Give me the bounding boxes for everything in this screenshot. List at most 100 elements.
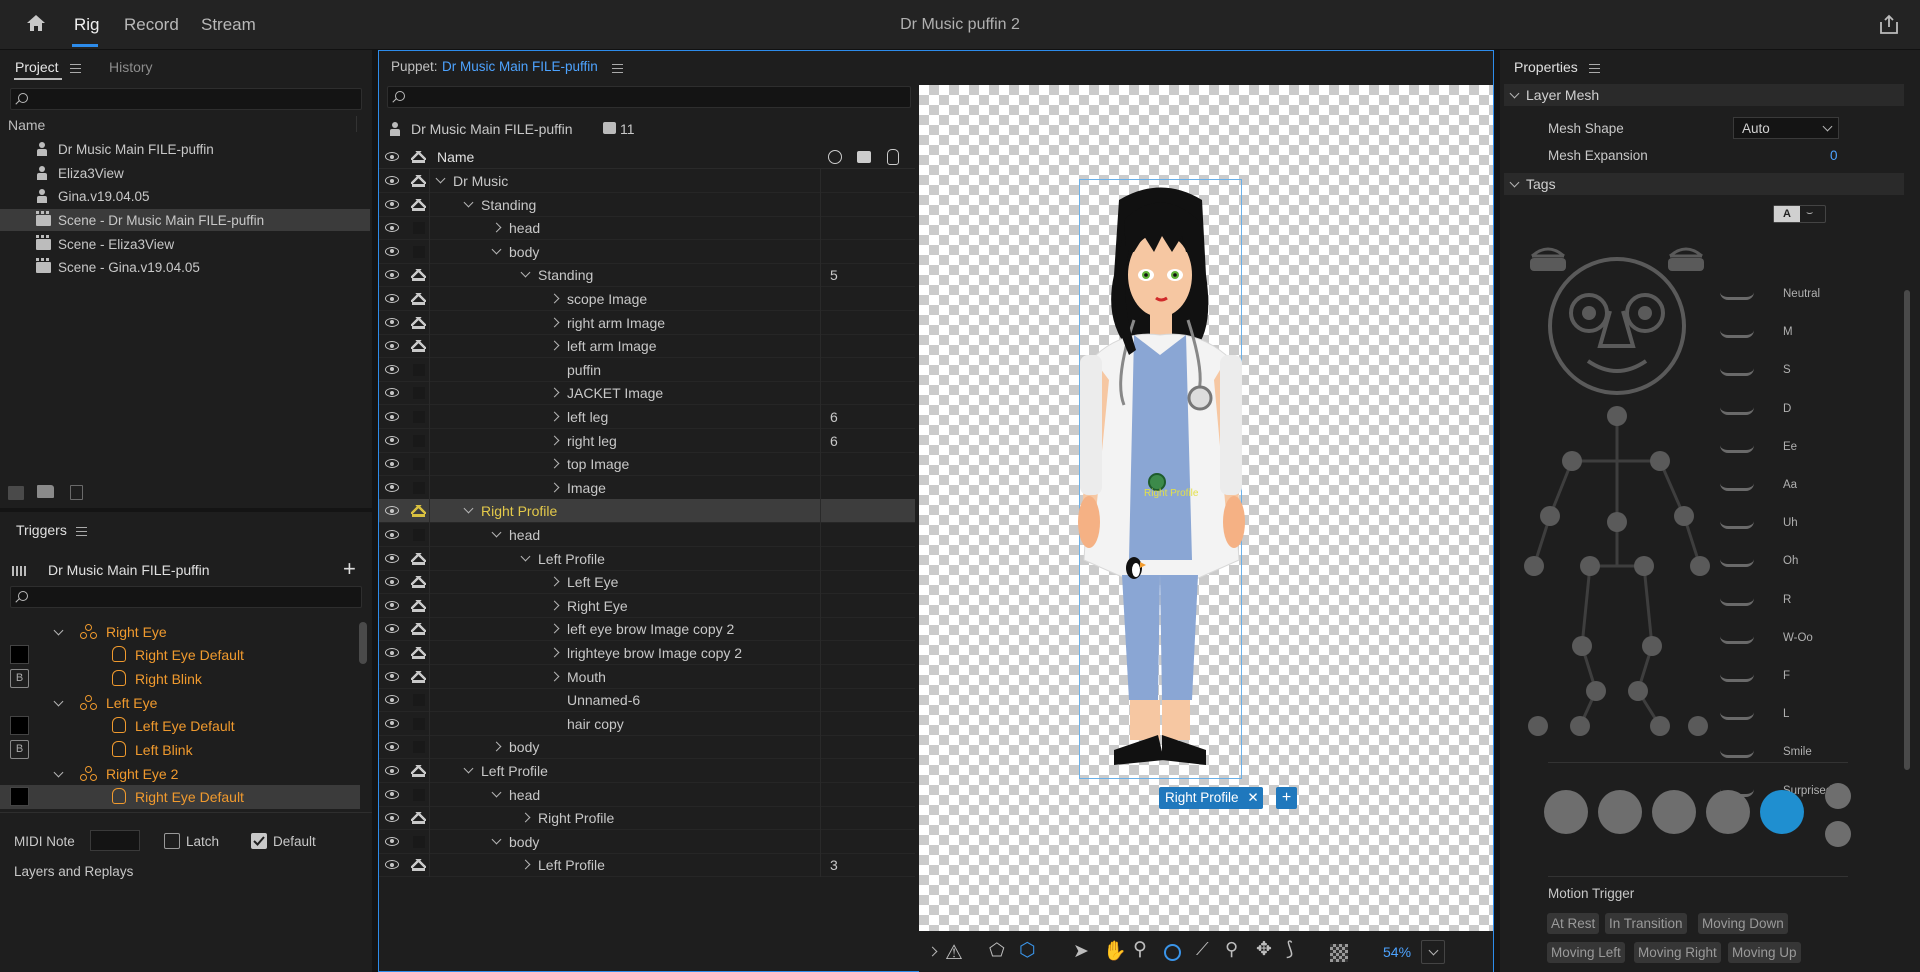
crown-icon[interactable] bbox=[411, 623, 426, 636]
stick-tool-icon[interactable]: ⟋ bbox=[1196, 939, 1209, 960]
view-head-left-quarter-icon[interactable] bbox=[1598, 790, 1642, 834]
layer-row[interactable]: JACKET Image bbox=[379, 381, 915, 406]
viseme-label[interactable]: Uh bbox=[1783, 517, 1798, 529]
layer-row[interactable]: hair copy bbox=[379, 711, 915, 736]
independent-toggle[interactable] bbox=[413, 788, 425, 801]
crown-icon[interactable] bbox=[411, 576, 426, 589]
viseme-mouth-icon[interactable] bbox=[1720, 368, 1754, 377]
origin-tool-icon[interactable] bbox=[1164, 944, 1181, 961]
viseme-mouth-icon[interactable] bbox=[1720, 750, 1754, 759]
crown-icon[interactable] bbox=[411, 175, 426, 187]
visibility-eye-icon[interactable] bbox=[385, 270, 399, 280]
layer-row[interactable]: body bbox=[379, 829, 915, 854]
layer-row[interactable]: Mouth bbox=[379, 664, 915, 689]
origin-header-icon[interactable] bbox=[828, 150, 842, 164]
default-checkbox[interactable] bbox=[251, 833, 267, 849]
visibility-eye-icon[interactable] bbox=[385, 836, 399, 846]
layer-row[interactable]: Left Profile bbox=[379, 759, 915, 783]
motion-tag-button[interactable]: Moving Left bbox=[1547, 942, 1625, 963]
chevron-down-icon[interactable] bbox=[435, 173, 446, 184]
chevron-right-icon[interactable] bbox=[549, 647, 560, 658]
visibility-eye-icon[interactable] bbox=[385, 813, 399, 823]
crown-icon[interactable] bbox=[411, 812, 426, 825]
chevron-right-icon[interactable] bbox=[549, 482, 560, 493]
viseme-label[interactable]: Aa bbox=[1783, 479, 1797, 491]
independent-toggle[interactable] bbox=[413, 245, 425, 258]
dragger-tool-icon[interactable]: ✥ bbox=[1256, 938, 1272, 961]
project-item[interactable]: Scene - Eliza3View bbox=[0, 233, 370, 255]
chevron-down-icon[interactable] bbox=[491, 244, 502, 255]
hexagon-icon[interactable]: ⬡ bbox=[1019, 939, 1036, 962]
viseme-mouth-icon[interactable] bbox=[1720, 559, 1754, 568]
mesh-icon[interactable]: ⬠ bbox=[989, 940, 1005, 961]
chevron-right-icon[interactable] bbox=[520, 812, 531, 823]
motion-tag-button[interactable]: Moving Down bbox=[1698, 913, 1788, 934]
visibility-eye-icon[interactable] bbox=[385, 246, 399, 256]
crown-icon[interactable] bbox=[411, 198, 426, 211]
visibility-eye-icon[interactable] bbox=[385, 671, 399, 681]
visibility-eye-icon[interactable] bbox=[385, 860, 399, 870]
layer-row[interactable]: right arm Image bbox=[379, 310, 915, 335]
layer-row[interactable]: head bbox=[379, 523, 915, 547]
layer-row[interactable]: scope Image bbox=[379, 287, 915, 311]
puppet-name-link[interactable]: Dr Music Main FILE-puffin bbox=[442, 59, 598, 74]
visibility-eye-icon[interactable] bbox=[385, 624, 399, 634]
layer-row[interactable]: Dr Music bbox=[379, 169, 915, 193]
properties-menu-icon[interactable] bbox=[1589, 64, 1600, 73]
viseme-label[interactable]: D bbox=[1783, 403, 1791, 415]
chevron-down-icon[interactable] bbox=[491, 527, 502, 538]
crown-icon[interactable] bbox=[411, 599, 426, 612]
layer-row[interactable]: right leg 6 bbox=[379, 428, 915, 453]
independent-toggle[interactable] bbox=[413, 458, 425, 471]
viseme-label[interactable]: F bbox=[1783, 670, 1790, 682]
chevron-down-icon[interactable] bbox=[463, 197, 474, 208]
visibility-eye-icon[interactable] bbox=[385, 695, 399, 705]
viseme-label[interactable]: M bbox=[1783, 326, 1793, 338]
viseme-mouth-icon[interactable] bbox=[1720, 407, 1754, 415]
chevron-down-icon[interactable] bbox=[491, 787, 502, 798]
motion-tag-button[interactable]: Moving Up bbox=[1728, 942, 1801, 963]
visibility-header-icon[interactable] bbox=[385, 152, 399, 161]
independent-toggle[interactable] bbox=[413, 694, 425, 707]
layer-mesh-section[interactable]: Layer Mesh bbox=[1504, 84, 1904, 106]
visibility-eye-icon[interactable] bbox=[385, 742, 399, 752]
triggers-scrollbar[interactable] bbox=[359, 622, 367, 664]
tags-section[interactable]: Tags bbox=[1504, 173, 1904, 195]
visibility-eye-icon[interactable] bbox=[385, 341, 399, 351]
tag-mode-text-button[interactable]: A bbox=[1774, 206, 1800, 222]
triggers-menu-icon[interactable] bbox=[76, 527, 87, 536]
add-tag-button[interactable]: + bbox=[1276, 787, 1297, 809]
view-head-right-quarter-icon[interactable] bbox=[1706, 790, 1750, 834]
chevron-right-icon[interactable] bbox=[520, 859, 531, 870]
crown-icon[interactable] bbox=[411, 859, 426, 872]
viseme-label[interactable]: R bbox=[1783, 594, 1791, 606]
project-item[interactable]: Gina.v19.04.05 bbox=[0, 185, 370, 207]
crown-icon[interactable] bbox=[411, 505, 426, 518]
tags-scrollbar[interactable] bbox=[1904, 290, 1910, 770]
viseme-mouth-icon[interactable] bbox=[1720, 330, 1754, 339]
view-head-top-icon[interactable] bbox=[1825, 783, 1851, 809]
view-head-left-icon[interactable] bbox=[1544, 790, 1588, 834]
visibility-eye-icon[interactable] bbox=[385, 648, 399, 657]
project-item[interactable]: Scene - Gina.v19.04.05 bbox=[0, 256, 370, 278]
visibility-eye-icon[interactable] bbox=[385, 766, 399, 775]
layer-row[interactable]: Image bbox=[379, 475, 915, 500]
tab-history[interactable]: History bbox=[109, 59, 153, 75]
canvas-handle-tag[interactable]: Right Profile ✕ bbox=[1159, 787, 1263, 809]
brush-tool-icon[interactable]: ⟆ bbox=[1286, 938, 1293, 961]
chevron-right-icon[interactable] bbox=[549, 387, 560, 398]
visibility-eye-icon[interactable] bbox=[385, 718, 399, 728]
independent-toggle[interactable] bbox=[413, 222, 425, 235]
chevron-down-icon[interactable] bbox=[520, 267, 531, 278]
viseme-mouth-icon[interactable] bbox=[1720, 636, 1754, 644]
trigger-group-row[interactable]: Right Eye 2 bbox=[0, 762, 360, 786]
hand-header-icon[interactable] bbox=[887, 149, 899, 165]
chevron-down-icon[interactable] bbox=[53, 767, 64, 778]
hand-tool-icon[interactable]: ✋ bbox=[1103, 939, 1127, 963]
chevron-down-icon[interactable] bbox=[463, 503, 474, 514]
trigger-color-swatch[interactable] bbox=[10, 645, 29, 664]
layer-row[interactable]: Right Profile bbox=[379, 806, 915, 831]
chevron-right-icon[interactable] bbox=[549, 671, 560, 682]
motion-tag-button[interactable]: Moving Right bbox=[1634, 942, 1721, 963]
project-menu-icon[interactable] bbox=[70, 64, 81, 73]
